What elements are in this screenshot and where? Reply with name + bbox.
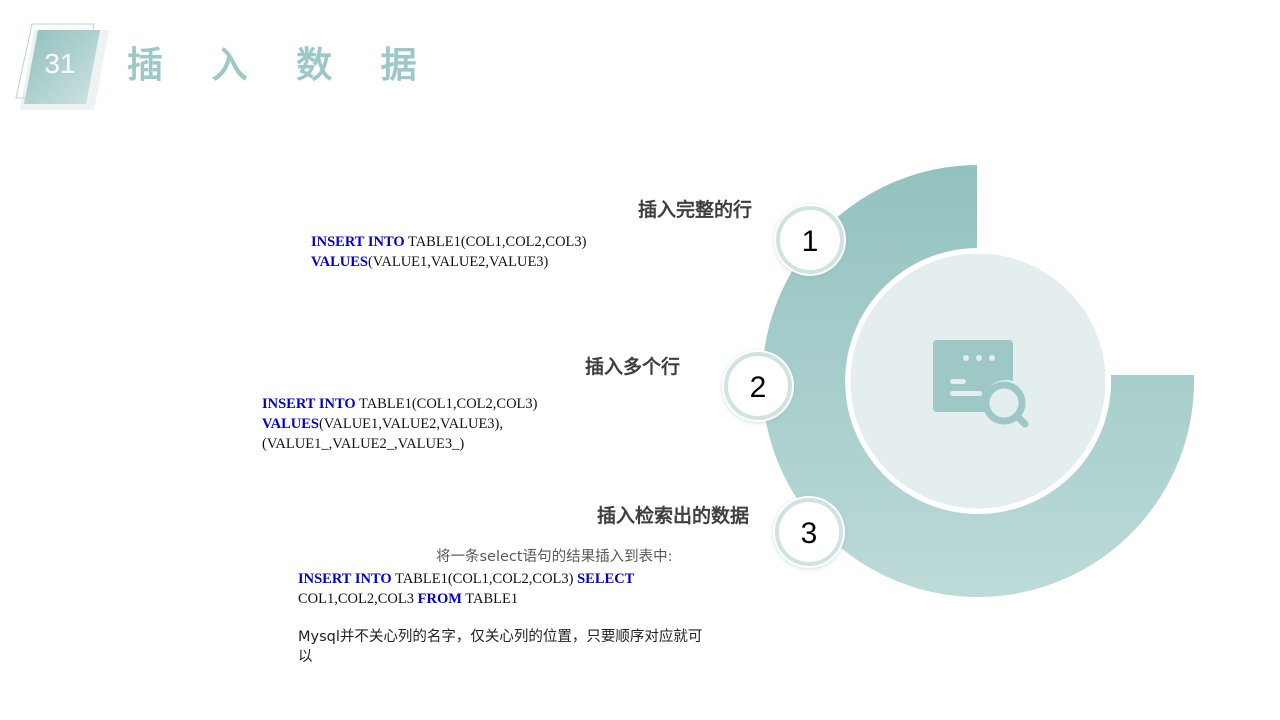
step-number-3: 3 (801, 517, 818, 550)
code-line: INSERT INTO TABLE1(COL1,COL2,COL3) SELEC… (298, 569, 634, 589)
step-number-2: 2 (750, 371, 767, 404)
code-line: VALUES(VALUE1,VALUE2,VALUE3), (262, 414, 537, 434)
sql-keyword: VALUES (262, 416, 319, 432)
code-block-1: INSERT INTO TABLE1(COL1,COL2,COL3) VALUES… (311, 232, 586, 272)
section-heading-1: 插入完整的行 (637, 199, 752, 221)
code-line: VALUES(VALUE1,VALUE2,VALUE3) (311, 252, 586, 272)
section-remark: Mysql并不关心列的名字，仅关心列的位置，只要顺序对应就可以 (298, 629, 703, 665)
step-circle-1: 1 (774, 204, 846, 276)
sql-keyword: FROM (417, 591, 462, 607)
sql-keyword: INSERT INTO (298, 571, 392, 587)
sql-keyword: SELECT (577, 571, 635, 587)
sql-text: TABLE1(COL1,COL2,COL3) (391, 571, 578, 587)
step-circle-3: 3 (773, 496, 845, 568)
code-line: (VALUE1_,VALUE2_,VALUE3_) (262, 434, 537, 454)
sql-text: (VALUE1_,VALUE2_,VALUE3_) (262, 436, 465, 452)
slide-number: 31 (44, 48, 75, 79)
section-heading-2: 插入多个行 (584, 356, 680, 378)
process-diagram: 1 2 3 (722, 165, 1195, 597)
sql-text: TABLE1 (461, 591, 519, 607)
slide-number-badge: 31 (15, 23, 109, 110)
code-line: COL1,COL2,COL3 FROM TABLE1 (298, 589, 634, 609)
step-circle-2: 2 (722, 350, 794, 422)
sql-text: (VALUE1,VALUE2,VALUE3), (318, 416, 504, 432)
sql-text: TABLE1(COL1,COL2,COL3) (355, 396, 538, 412)
sql-text: TABLE1(COL1,COL2,COL3) (404, 234, 587, 250)
sql-keyword: INSERT INTO (262, 396, 356, 412)
slide-title: 插 入 数 据 (127, 45, 435, 86)
sql-keyword: INSERT INTO (311, 234, 405, 250)
section-note: 将一条select语句的结果插入到表中: (436, 549, 673, 565)
sql-text: COL1,COL2,COL3 (298, 591, 418, 607)
step-number-1: 1 (802, 225, 819, 258)
code-line: INSERT INTO TABLE1(COL1,COL2,COL3) (262, 394, 537, 414)
section-heading-3: 插入检索出的数据 (596, 505, 749, 527)
code-block-2: INSERT INTO TABLE1(COL1,COL2,COL3) VALUES… (262, 394, 537, 454)
code-line: INSERT INTO TABLE1(COL1,COL2,COL3) (311, 232, 586, 252)
code-block-3: INSERT INTO TABLE1(COL1,COL2,COL3) SELEC… (298, 569, 634, 609)
sql-keyword: VALUES (311, 254, 368, 270)
sql-text: (VALUE1,VALUE2,VALUE3) (367, 254, 549, 270)
